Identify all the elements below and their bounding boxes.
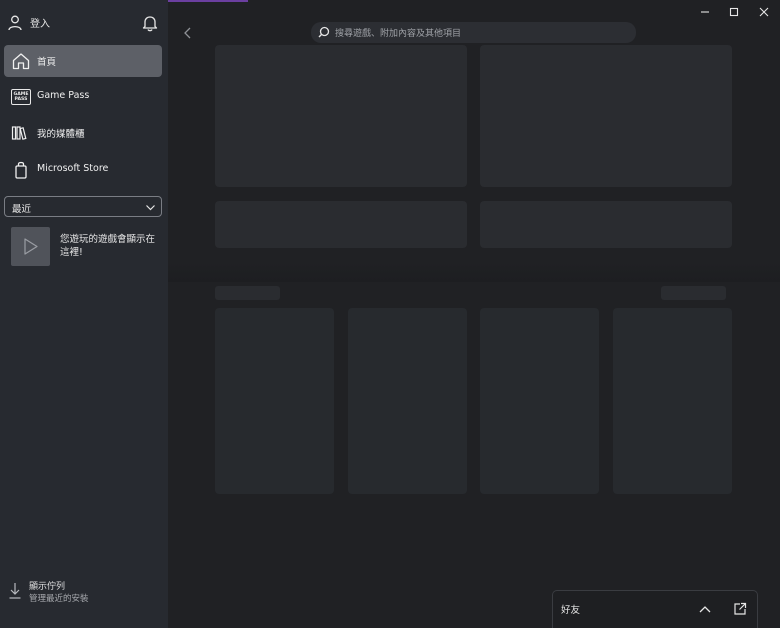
bell-icon[interactable] [142,14,158,32]
close-icon[interactable] [755,4,773,20]
sidebar-item-label: Game Pass [37,90,90,101]
search-input[interactable]: 搜尋遊戲、附加內容及其他項目 [311,22,636,43]
xbox-app-window: 登入 首頁 GAME PASS Game Pass 我的媒體櫃 Microsof… [0,0,780,628]
library-icon [11,126,27,140]
play-icon [24,238,38,255]
section-title-placeholder [215,286,280,300]
sidebar-item-home[interactable]: 首頁 [4,45,162,77]
sidebar-item-library[interactable]: 我的媒體櫃 [4,117,162,149]
recent-dropdown[interactable]: 最近 [4,196,162,217]
minimize-icon[interactable] [696,4,714,20]
queue-title: 顯示佇列 [29,582,66,592]
sidebar-item-game-pass[interactable]: GAME PASS Game Pass [4,81,162,113]
sidebar-item-label: Microsoft Store [37,163,109,174]
hero-placeholder-right [480,45,732,187]
download-icon [9,583,21,599]
sidebar: 登入 首頁 GAME PASS Game Pass 我的媒體櫃 Microsof… [0,0,168,628]
card-placeholder [613,308,732,494]
friends-panel[interactable]: 好友 [552,590,758,628]
card-placeholder [480,308,599,494]
card-placeholder [348,308,467,494]
recent-dropdown-label: 最近 [12,204,32,215]
sign-in-link[interactable]: 登入 [30,15,50,30]
chevron-down-icon [146,205,155,211]
user-icon[interactable] [8,15,22,31]
sidebar-item-label: 首頁 [37,57,57,68]
section-divider [168,262,780,282]
sidebar-item-label: 我的媒體櫃 [37,129,85,140]
sidebar-header: 登入 [0,10,168,36]
queue-subtitle: 管理最近的安裝 [29,594,89,604]
recent-empty-text: 您遊玩的遊戲會顯示在這裡! [60,234,156,258]
home-icon [12,53,30,70]
maximize-icon[interactable] [725,4,743,20]
chevron-up-icon[interactable] [699,605,711,613]
sidebar-item-store[interactable]: Microsoft Store [4,154,162,186]
banner-placeholder-left [215,201,467,248]
game-pass-icon: GAME PASS [11,89,31,105]
search-placeholder: 搜尋遊戲、附加內容及其他項目 [335,29,462,39]
pop-out-icon[interactable] [733,602,747,616]
hero-placeholder-left [215,45,467,187]
install-queue[interactable]: 顯示佇列 管理最近的安裝 [8,578,164,606]
card-placeholder [215,308,334,494]
search-icon [318,26,330,38]
friends-label: 好友 [561,605,581,616]
recent-empty-state: 您遊玩的遊戲會顯示在這裡! [11,227,166,267]
back-arrow-icon[interactable] [183,27,193,39]
banner-placeholder-right [480,201,732,248]
play-tile [11,227,50,266]
section-link-placeholder [661,286,726,300]
badge-line-2: PASS [14,97,28,102]
store-bag-icon [15,161,27,179]
